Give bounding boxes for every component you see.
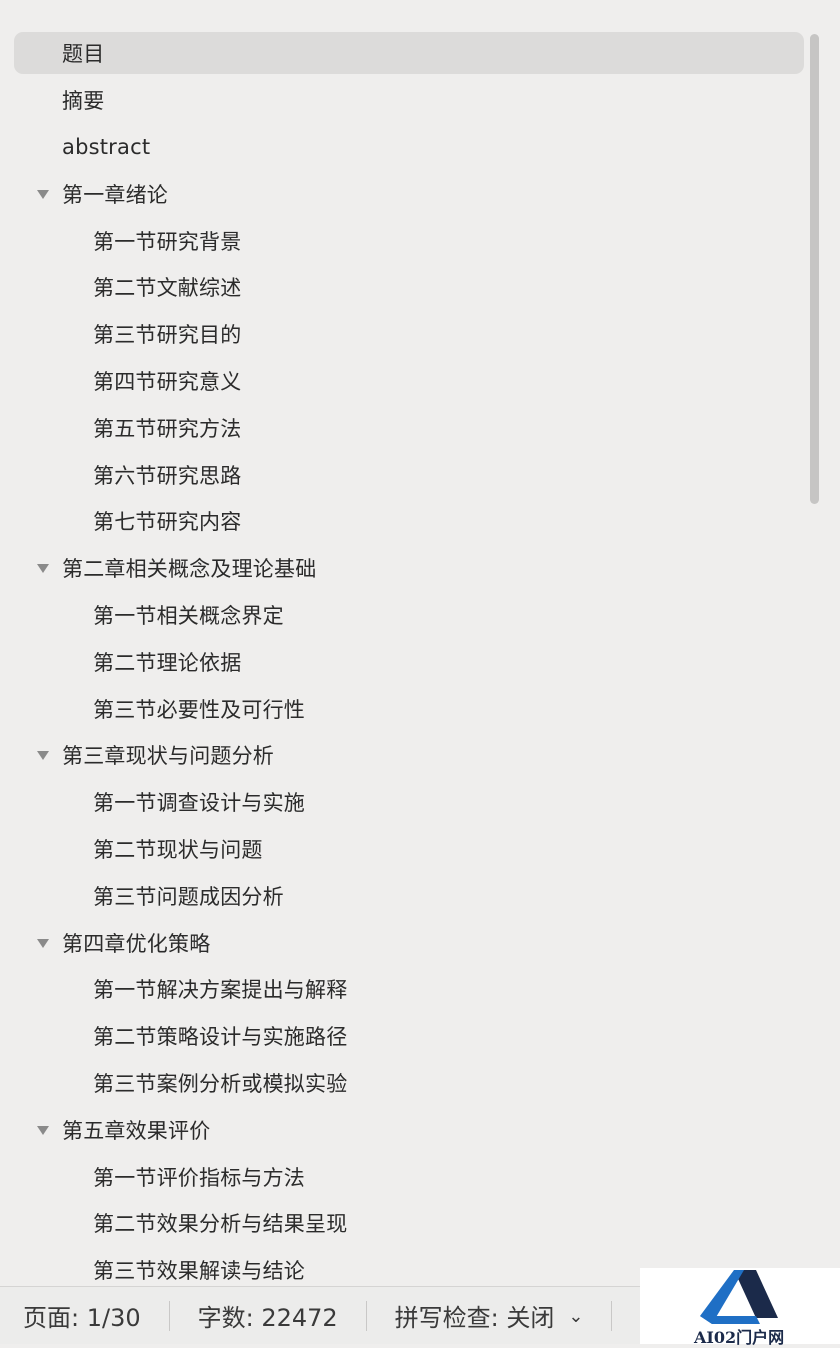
outline-item-label: 第六节研究思路 <box>93 463 242 488</box>
outline-item-label: 第三节必要性及可行性 <box>93 697 305 722</box>
outline-item-level2[interactable]: 第二节效果分析与结果呈现 <box>0 1200 820 1247</box>
disclosure-triangle-icon[interactable] <box>37 938 49 948</box>
outline-item-level2[interactable]: 第一节解决方案提出与解释 <box>0 966 820 1013</box>
outline-item-level1[interactable]: 第五章效果评价 <box>0 1106 820 1153</box>
scrollbar-thumb[interactable] <box>810 34 819 504</box>
outline-item-level2[interactable]: 第二节现状与问题 <box>0 826 820 873</box>
outline-item-label: 第三节研究目的 <box>93 323 242 348</box>
outline-item-level2[interactable]: 第三节问题成因分析 <box>0 872 820 919</box>
outline-item-level2[interactable]: 第一节研究背景 <box>0 217 820 264</box>
outline-item-label: 第三章现状与问题分析 <box>62 744 274 769</box>
outline-item-level1[interactable]: 第三章现状与问题分析 <box>0 732 820 779</box>
outline-item-level2[interactable]: 第三节案例分析或模拟实验 <box>0 1060 820 1107</box>
outline-item-label: 第三节案例分析或模拟实验 <box>93 1071 348 1096</box>
outline-item-level1[interactable]: 第一章绪论 <box>0 170 820 217</box>
outline-item-label: 第一节解决方案提出与解释 <box>93 978 348 1003</box>
outline-item-level2[interactable]: 第七节研究内容 <box>0 498 820 545</box>
spell-check-dropdown[interactable]: 拼写检查: 关闭 ⌄ <box>395 1298 584 1333</box>
outline-item-label: 第二节理论依据 <box>93 650 242 675</box>
page-indicator[interactable]: 页面: 1/30 <box>23 1298 141 1333</box>
status-divider <box>365 1300 367 1331</box>
disclosure-triangle-icon[interactable] <box>37 751 49 761</box>
watermark-logo-icon <box>700 1270 778 1324</box>
outline-item-label: 第二节效果分析与结果呈现 <box>93 1212 348 1237</box>
outline-item-level1[interactable]: abstract <box>0 124 820 171</box>
outline-item-level1[interactable]: 第二章相关概念及理论基础 <box>0 545 820 592</box>
outline-item-label: 题目 <box>62 42 105 67</box>
outline-item-level2[interactable]: 第二节策略设计与实施路径 <box>0 1013 820 1060</box>
outline-item-level2[interactable]: 第三节必要性及可行性 <box>0 685 820 732</box>
disclosure-triangle-icon[interactable] <box>37 1125 49 1135</box>
outline-item-label: 第三节问题成因分析 <box>93 884 284 909</box>
outline-item-level2[interactable]: 第二节理论依据 <box>0 638 820 685</box>
chevron-down-icon: ⌄ <box>568 1306 584 1327</box>
outline-item-label: 第二章相关概念及理论基础 <box>62 557 317 582</box>
outline-item-level1[interactable]: 摘要 <box>0 77 820 124</box>
watermark-logo: AI02门户网 <box>640 1268 840 1347</box>
outline-item-level2[interactable]: 第一节相关概念界定 <box>0 592 820 639</box>
outline-item-label: 第二节文献综述 <box>93 276 242 301</box>
outline-item-level1[interactable]: 题目 <box>0 30 820 77</box>
outline-item-label: 摘要 <box>62 89 105 114</box>
outline-item-level2[interactable]: 第六节研究思路 <box>0 451 820 498</box>
outline-item-label: 第四章优化策略 <box>62 931 211 956</box>
outline-item-label: 第五节研究方法 <box>93 416 242 441</box>
watermark-text: AI02门户网 <box>694 1328 785 1347</box>
outline-item-label: 第四节研究意义 <box>93 369 242 394</box>
spell-check-label: 拼写检查: 关闭 <box>394 1304 555 1332</box>
word-count[interactable]: 字数: 22472 <box>198 1298 338 1333</box>
outline-item-level2[interactable]: 第一节评价指标与方法 <box>0 1153 820 1200</box>
status-divider <box>611 1300 613 1331</box>
outline-item-level2[interactable]: 第一节调查设计与实施 <box>0 779 820 826</box>
disclosure-triangle-icon[interactable] <box>37 189 49 199</box>
outline-panel: 题目 摘要 abstract 第一章绪论 第一节研究背景 第二节文献综述 第三节研究目的 第四… <box>0 0 840 1286</box>
outline-item-level2[interactable]: 第五节研究方法 <box>0 404 820 451</box>
outline-item-label: 第一节评价指标与方法 <box>93 1165 305 1190</box>
outline-item-level2[interactable]: 第二节文献综述 <box>0 264 820 311</box>
outline-item-level2[interactable]: 第四节研究意义 <box>0 358 820 405</box>
outline-item-level1[interactable]: 第四章优化策略 <box>0 919 820 966</box>
outline-item-label: 第二节现状与问题 <box>93 837 263 862</box>
outline-item-label: 第一节研究背景 <box>93 229 242 254</box>
outline-item-label: 第二节策略设计与实施路径 <box>93 1025 348 1050</box>
status-divider <box>168 1300 170 1331</box>
outline-item-label: 第一节相关概念界定 <box>93 603 284 628</box>
outline-list: 题目 摘要 abstract 第一章绪论 第一节研究背景 第二节文献综述 第三节研究目的 第四… <box>0 30 820 1286</box>
outline-item-label: 第一节调查设计与实施 <box>93 791 305 816</box>
outline-item-level2[interactable]: 第三节研究目的 <box>0 311 820 358</box>
outline-item-label: abstract <box>62 134 151 159</box>
outline-item-label: 第七节研究内容 <box>93 510 242 535</box>
outline-item-label: 第三节效果解读与结论 <box>93 1259 305 1284</box>
outline-item-label: 第一章绪论 <box>62 182 168 207</box>
outline-item-label: 第五章效果评价 <box>62 1118 211 1143</box>
disclosure-triangle-icon[interactable] <box>37 564 49 574</box>
outline-scrollbar[interactable] <box>806 30 822 1280</box>
